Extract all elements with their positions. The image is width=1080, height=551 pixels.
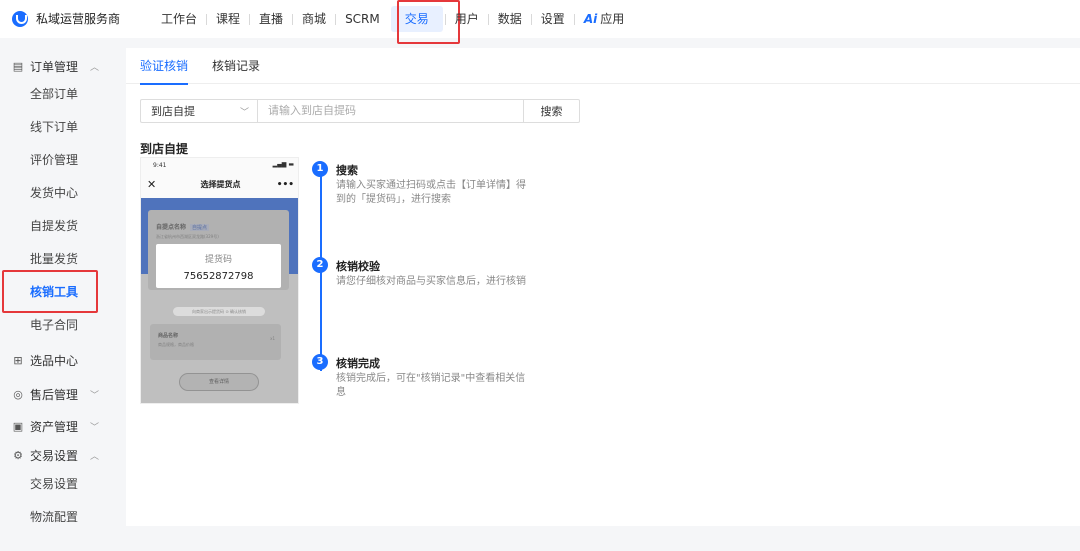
shield-icon: ◎ bbox=[13, 387, 23, 401]
nav-item-apps[interactable]: Ai 应用 bbox=[575, 0, 633, 38]
section-title: 到店自提 bbox=[140, 142, 189, 156]
chevron-down-icon: ﹀ bbox=[90, 391, 100, 401]
sidebar-group-product-selection[interactable]: ⊞ 选品中心 bbox=[0, 342, 116, 378]
more-icon: ••• bbox=[276, 180, 294, 190]
tab-verify[interactable]: 验证核销 bbox=[140, 48, 189, 85]
steps-timeline bbox=[320, 175, 322, 371]
sidebar-item-self-pickup[interactable]: 自提发货 bbox=[0, 210, 116, 243]
tab-bar: 验证核销 核销记录 bbox=[126, 48, 1080, 85]
chevron-up-icon: ︿ bbox=[90, 63, 100, 73]
chevron-down-icon: ﹀ bbox=[90, 423, 100, 433]
pickup-code-input[interactable] bbox=[257, 99, 524, 123]
nav-item-live[interactable]: 直播 bbox=[250, 0, 292, 38]
sidebar-group-trade-settings[interactable]: ⚙ 交易设置 ︿ bbox=[0, 442, 116, 468]
search-button[interactable]: 搜索 bbox=[524, 99, 580, 123]
ai-icon: Ai bbox=[583, 12, 598, 26]
search-bar: 到店自提 ﹀ 搜索 bbox=[140, 99, 580, 123]
chevron-up-icon: ︿ bbox=[90, 452, 100, 462]
sidebar-item-offline-orders[interactable]: 线下订单 bbox=[0, 111, 116, 144]
signal-battery-icon: ▂▄▆ ▬ bbox=[272, 161, 294, 168]
brand-logo-icon bbox=[12, 10, 28, 27]
gear-icon: ⚙ bbox=[13, 448, 23, 462]
brand-name: 私域运营服务商 bbox=[36, 12, 121, 26]
nav-item-data[interactable]: 数据 bbox=[489, 0, 531, 38]
sidebar-group-orders[interactable]: ▤ 订单管理 ︿ bbox=[0, 48, 116, 84]
wallet-icon: ▣ bbox=[12, 419, 24, 433]
document-icon: ▤ bbox=[12, 59, 24, 73]
sidebar-item-shipping-center[interactable]: 发货中心 bbox=[0, 177, 116, 210]
pickup-code-value: 75652872798 bbox=[183, 271, 254, 282]
sidebar-group-assets[interactable]: ▣ 资产管理 ﹀ bbox=[0, 410, 116, 442]
brand[interactable]: 私域运营服务商 bbox=[12, 10, 120, 27]
sidebar-item-e-contract[interactable]: 电子合同 bbox=[0, 309, 116, 342]
phone-status-bar: 9:41 ▂▄▆ ▬ bbox=[153, 161, 294, 169]
sidebar-item-reviews[interactable]: 评价管理 bbox=[0, 144, 116, 177]
top-bar: 私域运营服务商 工作台 课程 直播 商城 SCRM 交易 用户 数据 设置 Ai… bbox=[0, 0, 1080, 38]
confirm-hint: 向商家出示提货码 ⊙ 确认核销 bbox=[173, 307, 265, 316]
tab-verify-records[interactable]: 核销记录 bbox=[212, 48, 260, 84]
pickup-code-popup: 提货码 75652872798 bbox=[156, 244, 281, 288]
top-nav: 工作台 课程 直播 商城 SCRM 交易 用户 数据 设置 Ai 应用 bbox=[152, 0, 633, 38]
phone-illustration: 9:41 ▂▄▆ ▬ ✕ 选择提货点 ••• 自提点名称 自提点 浙江省杭州市西湖… bbox=[140, 157, 299, 404]
pickup-type-select[interactable]: 到店自提 ﹀ bbox=[140, 99, 257, 123]
sidebar-item-trade-settings[interactable]: 交易设置 bbox=[0, 468, 116, 501]
chevron-down-icon: ﹀ bbox=[239, 108, 249, 118]
nav-item-mall[interactable]: 商城 bbox=[293, 0, 335, 38]
main-panel: 验证核销 核销记录 到店自提 ﹀ 搜索 到店自提 9:41 ▂▄▆ ▬ ✕ 选择… bbox=[126, 48, 1080, 526]
highlight-box-verify-tool bbox=[2, 270, 98, 313]
nav-item-scrm[interactable]: SCRM bbox=[336, 0, 389, 38]
sidebar-item-logistics[interactable]: 物流配置 bbox=[0, 501, 116, 534]
phone-navbar: ✕ 选择提货点 ••• bbox=[141, 176, 298, 194]
nav-item-workbench[interactable]: 工作台 bbox=[152, 0, 206, 38]
close-icon: ✕ bbox=[147, 178, 157, 191]
grid-icon: ⊞ bbox=[13, 353, 23, 367]
nav-item-settings[interactable]: 设置 bbox=[532, 0, 574, 38]
sidebar-group-after-sales[interactable]: ◎ 售后管理 ﹀ bbox=[0, 378, 116, 410]
phone-overlay bbox=[141, 198, 298, 403]
nav-item-courses[interactable]: 课程 bbox=[207, 0, 249, 38]
